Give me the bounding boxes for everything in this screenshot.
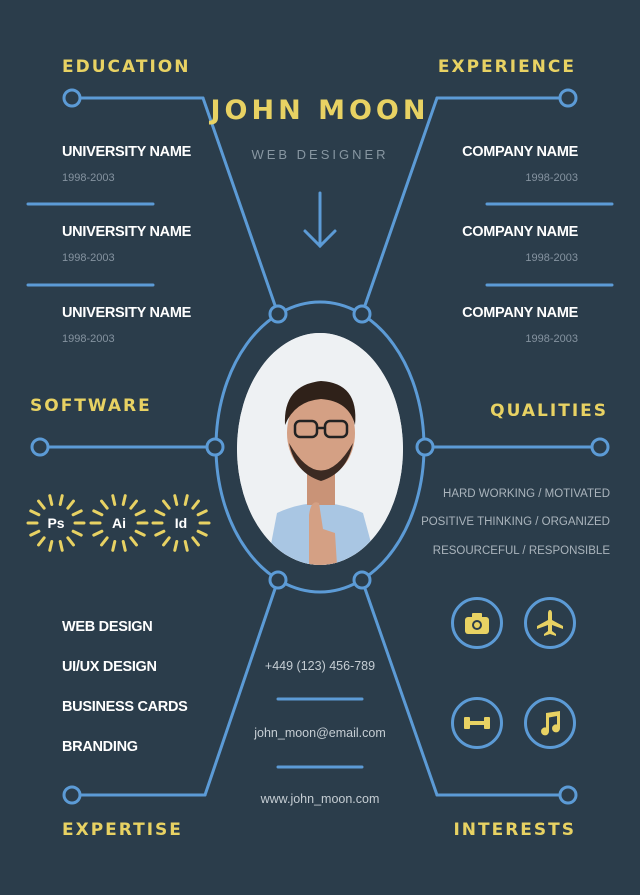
- experience-heading: EXPERIENCE: [437, 57, 576, 77]
- dumbbell-icon: [464, 717, 490, 729]
- quality-item: POSITIVE THINKING / ORGANIZED: [421, 516, 610, 528]
- education-years: 1998-2003: [62, 172, 115, 184]
- interest-camera: [451, 597, 503, 649]
- profile-photo: [237, 333, 403, 565]
- experience-title: COMPANY NAME: [462, 224, 578, 240]
- photoshop-badge: Ps: [25, 492, 87, 554]
- quality-item: RESOURCEFUL / RESPONSIBLE: [432, 545, 610, 557]
- expertise-item: WEB DESIGN: [62, 619, 153, 635]
- person-role: WEB DESIGNER: [251, 147, 389, 162]
- interest-fitness: [451, 697, 503, 749]
- expertise-heading: EXPERTISE: [62, 820, 183, 840]
- expertise-item: UI/UX DESIGN: [62, 659, 157, 675]
- website-address: www.john_moon.com: [260, 792, 380, 806]
- software-label: Ai: [112, 515, 126, 531]
- airplane-icon: [537, 610, 563, 636]
- software-label: Id: [174, 515, 188, 531]
- resume-page: JOHN MOON WEB DESIGNER EDUCATION EXPERIE…: [0, 0, 640, 895]
- interests-heading: INTERESTS: [453, 820, 576, 840]
- education-title: UNIVERSITY NAME: [62, 305, 191, 321]
- quality-item: HARD WORKING / MOTIVATED: [443, 488, 610, 500]
- interest-travel: [524, 597, 576, 649]
- experience-years: 1998-2003: [525, 252, 578, 264]
- education-title: UNIVERSITY NAME: [62, 224, 191, 240]
- camera-icon: [465, 613, 489, 634]
- expertise-item: BRANDING: [62, 739, 138, 755]
- illustrator-badge: Ai: [88, 492, 150, 554]
- software-heading: SOFTWARE: [30, 396, 152, 416]
- music-note-icon: [541, 711, 561, 736]
- education-years: 1998-2003: [62, 333, 115, 345]
- interest-music: [524, 697, 576, 749]
- software-label: Ps: [47, 515, 65, 531]
- experience-title: COMPANY NAME: [462, 144, 578, 160]
- indesign-badge: Id: [150, 492, 212, 554]
- experience-years: 1998-2003: [525, 172, 578, 184]
- person-name: JOHN MOON: [210, 95, 430, 126]
- education-years: 1998-2003: [62, 252, 115, 264]
- education-heading: EDUCATION: [62, 57, 191, 77]
- experience-years: 1998-2003: [525, 333, 578, 345]
- phone-number: +449 (123) 456-789: [264, 659, 376, 673]
- email-address: john_moon@email.com: [254, 726, 386, 740]
- education-title: UNIVERSITY NAME: [62, 144, 191, 160]
- expertise-item: BUSINESS CARDS: [62, 699, 188, 715]
- experience-title: COMPANY NAME: [462, 305, 578, 321]
- qualities-heading: QUALITIES: [490, 401, 608, 421]
